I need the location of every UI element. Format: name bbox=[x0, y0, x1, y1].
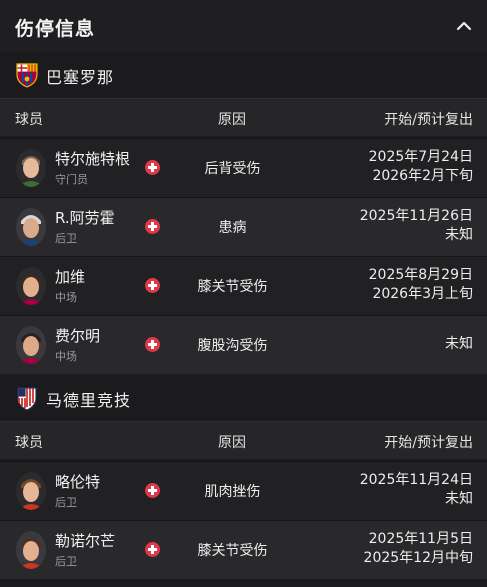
player-row[interactable]: R.阿劳霍 后卫 患病 2025年11月26日 未知 bbox=[0, 197, 487, 256]
player-row[interactable]: 加维 中场 膝关节受伤 2025年8月29日 2026年3月上旬 bbox=[0, 256, 487, 315]
player-avatar bbox=[16, 472, 46, 510]
player-position: 后卫 bbox=[55, 555, 77, 568]
player-name: 费尔明 bbox=[55, 327, 101, 345]
return-date: 未知 bbox=[445, 336, 473, 352]
start-date: 2025年11月26日 bbox=[359, 208, 473, 224]
column-player: 球员 bbox=[15, 112, 43, 128]
injury-dates: 2025年11月24日 未知 bbox=[360, 471, 473, 509]
injury-reason: 膝关节受伤 bbox=[197, 543, 268, 559]
return-date: 未知 bbox=[445, 491, 473, 507]
injury-reason: 膝关节受伤 bbox=[197, 279, 268, 295]
start-date: 2025年11月5日 bbox=[368, 531, 473, 547]
injury-cross-icon bbox=[145, 337, 160, 352]
column-player: 球员 bbox=[15, 435, 43, 451]
start-date: 2025年11月24日 bbox=[359, 472, 473, 488]
injury-dates: 2025年11月5日 2025年12月中旬 bbox=[364, 530, 473, 568]
panel-title: 伤停信息 bbox=[15, 18, 96, 40]
injury-dates: 未知 bbox=[445, 335, 473, 354]
player-row[interactable]: 费尔明 中场 腹股沟受伤 未知 bbox=[0, 315, 487, 374]
player-name: 勒诺尔芒 bbox=[55, 532, 116, 550]
team-name: 马德里竞技 bbox=[46, 391, 132, 410]
player-row[interactable]: 略伦特 后卫 肌肉挫伤 2025年11月24日 未知 bbox=[0, 461, 487, 520]
injury-reason: 肌肉挫伤 bbox=[204, 484, 261, 500]
player-position: 中场 bbox=[55, 350, 77, 363]
player-avatar bbox=[16, 326, 46, 364]
chevron-up-icon[interactable] bbox=[455, 18, 473, 34]
column-reason: 原因 bbox=[218, 112, 246, 128]
injury-cross-icon bbox=[145, 483, 160, 498]
injury-cross-icon bbox=[145, 542, 160, 557]
injury-dates: 2025年7月24日 2026年2月下旬 bbox=[369, 148, 473, 186]
injury-panel-header[interactable]: 伤停信息 bbox=[0, 0, 487, 52]
player-position: 后卫 bbox=[55, 496, 77, 509]
injury-reason: 患病 bbox=[218, 220, 247, 236]
player-name: 特尔施特根 bbox=[55, 150, 131, 168]
injury-cross-icon bbox=[145, 278, 160, 293]
player-row[interactable]: 特尔施特根 守门员 后背受伤 2025年7月24日 2026年2月下旬 bbox=[0, 138, 487, 197]
injury-cross-icon bbox=[145, 160, 160, 175]
column-dates: 开始/预计复出 bbox=[384, 435, 473, 451]
player-position: 守门员 bbox=[55, 173, 88, 186]
player-avatar bbox=[16, 208, 46, 246]
start-date: 2025年7月24日 bbox=[368, 149, 473, 165]
player-name: R.阿劳霍 bbox=[55, 209, 115, 227]
player-position: 中场 bbox=[55, 291, 77, 304]
player-avatar bbox=[16, 267, 46, 305]
player-avatar bbox=[16, 531, 46, 569]
column-header: 球员 原因 开始/预计复出 bbox=[0, 98, 487, 136]
injury-reason: 腹股沟受伤 bbox=[197, 338, 268, 354]
return-date: 2026年2月下旬 bbox=[372, 168, 473, 184]
column-dates: 开始/预计复出 bbox=[384, 112, 473, 128]
return-date: 2026年3月上旬 bbox=[372, 286, 473, 302]
team-header-atletico: 马德里竞技 bbox=[0, 375, 487, 421]
start-date: 2025年8月29日 bbox=[368, 267, 473, 283]
player-name: 加维 bbox=[55, 268, 86, 286]
column-reason: 原因 bbox=[218, 435, 246, 451]
player-name: 略伦特 bbox=[55, 473, 101, 491]
injury-dates: 2025年8月29日 2026年3月上旬 bbox=[369, 266, 473, 304]
injury-cross-icon bbox=[145, 219, 160, 234]
team-name: 巴塞罗那 bbox=[46, 68, 115, 87]
player-row[interactable]: 勒诺尔芒 后卫 膝关节受伤 2025年11月5日 2025年12月中旬 bbox=[0, 520, 487, 579]
injury-dates: 2025年11月26日 未知 bbox=[360, 207, 473, 245]
injury-reason: 后背受伤 bbox=[204, 161, 261, 177]
return-date: 2025年12月中旬 bbox=[363, 550, 473, 566]
return-date: 未知 bbox=[445, 227, 473, 243]
team-header-barcelona: 巴塞罗那 bbox=[0, 52, 487, 98]
atletico-madrid-crest-icon bbox=[17, 387, 37, 411]
column-header: 球员 原因 开始/预计复出 bbox=[0, 421, 487, 459]
player-position: 后卫 bbox=[55, 232, 77, 245]
barcelona-crest-icon bbox=[16, 63, 38, 88]
player-avatar bbox=[16, 149, 46, 187]
